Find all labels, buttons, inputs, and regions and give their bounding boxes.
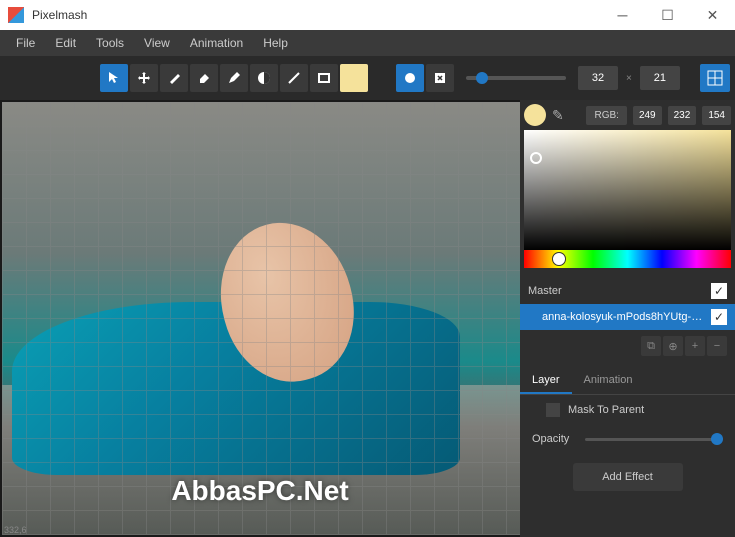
mask-to-parent-label: Mask To Parent [568,404,644,416]
menu-tools[interactable]: Tools [86,32,134,54]
right-panel: ✎ RGB: 249 232 154 Master ✓ anna-kolosyu… [520,100,735,537]
eraser-tool[interactable] [190,64,218,92]
menu-help[interactable]: Help [253,32,298,54]
layer-item-1[interactable]: anna-kolosyuk-mPods8hYUtg-unsplash.jpg ✓ [520,304,735,330]
mask-to-parent-checkbox[interactable] [546,403,560,417]
layer-merge-button[interactable]: ⊕ [663,336,683,356]
color-saturation-picker[interactable] [524,130,731,250]
opacity-label: Opacity [532,433,569,445]
app-icon [8,7,24,23]
layer-remove-button[interactable]: − [707,336,727,356]
layers-panel: Master ✓ anna-kolosyuk-mPods8hYUtg-unspl… [520,278,735,330]
foreground-color-swatch[interactable] [340,64,368,92]
eyedropper-icon[interactable]: ✎ [552,107,564,124]
current-color-preview[interactable] [524,104,546,126]
layer-item-1-label: anna-kolosyuk-mPods8hYUtg-unsplash.jpg [542,311,711,323]
close-button[interactable]: ✕ [690,0,735,30]
layer-master[interactable]: Master ✓ [520,278,735,304]
cursor-coordinates: 332,6 [4,525,27,535]
maximize-button[interactable]: ☐ [645,0,690,30]
pencil-tool[interactable] [220,64,248,92]
tab-layer[interactable]: Layer [520,368,572,394]
menubar: File Edit Tools View Animation Help [0,30,735,56]
size-slider[interactable] [466,76,566,80]
layer-item-1-visible-checkbox[interactable]: ✓ [711,309,727,325]
layer-master-label: Master [528,285,711,297]
toolbar: 32 × 21 [0,56,735,100]
minimize-button[interactable]: ─ [600,0,645,30]
layer-add-button[interactable]: + [685,336,705,356]
menu-view[interactable]: View [134,32,180,54]
canvas[interactable]: AbbasPC.Net 332,6 [0,100,520,537]
tab-animation[interactable]: Animation [572,368,645,394]
layer-duplicate-button[interactable]: ⧉ [641,336,661,356]
grid-toggle-button[interactable] [700,64,730,92]
watermark-text: AbbasPC.Net [171,475,348,507]
shape-expand-tool[interactable] [426,64,454,92]
shape-circle-tool[interactable] [396,64,424,92]
opacity-slider-handle[interactable] [711,433,723,445]
rect-tool[interactable] [310,64,338,92]
add-effect-button[interactable]: Add Effect [573,463,683,491]
grid-height-field[interactable]: 21 [640,66,680,90]
menu-file[interactable]: File [6,32,45,54]
dimension-separator: × [626,73,632,84]
rgb-g-field[interactable]: 232 [668,106,697,125]
move-tool[interactable] [130,64,158,92]
color-picker-cursor[interactable] [530,152,542,164]
brush-tool[interactable] [160,64,188,92]
size-slider-handle[interactable] [476,72,488,84]
menu-edit[interactable]: Edit [45,32,86,54]
menu-animation[interactable]: Animation [180,32,253,54]
titlebar: Pixelmash ─ ☐ ✕ [0,0,735,30]
line-tool[interactable] [280,64,308,92]
canvas-image [2,102,520,535]
rgb-b-field[interactable]: 154 [702,106,731,125]
property-tabs: Layer Animation [520,368,735,395]
window-title: Pixelmash [32,8,600,22]
opacity-slider[interactable] [585,438,723,441]
hue-slider[interactable] [524,250,731,268]
pointer-tool[interactable] [100,64,128,92]
layer-master-visible-checkbox[interactable]: ✓ [711,283,727,299]
rgb-label: RGB: [586,106,626,125]
hue-slider-handle[interactable] [552,252,566,266]
rgb-r-field[interactable]: 249 [633,106,662,125]
circle-contrast-tool[interactable] [250,64,278,92]
grid-width-field[interactable]: 32 [578,66,618,90]
